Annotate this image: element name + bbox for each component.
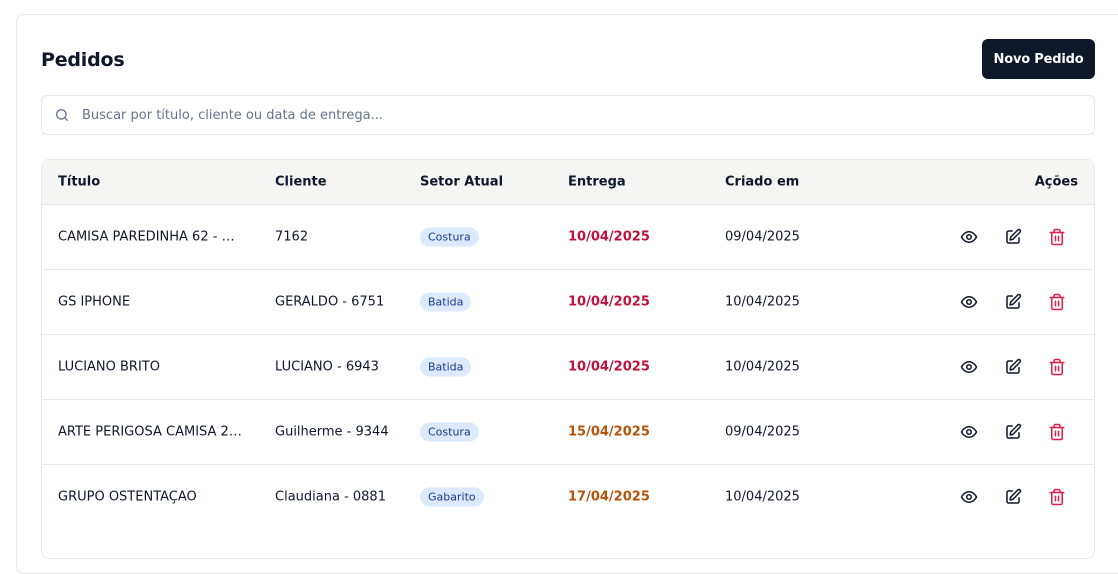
eye-icon[interactable]	[960, 228, 978, 246]
edit-icon[interactable]	[1004, 293, 1022, 311]
order-created-date: 10/04/2025	[725, 294, 800, 310]
sector-badge: Gabarito	[420, 487, 484, 507]
order-created-date: 09/04/2025	[725, 424, 800, 440]
sector-cell: Batida	[420, 292, 472, 312]
eye-icon[interactable]	[960, 358, 978, 376]
trash-icon[interactable]	[1048, 423, 1066, 441]
order-created-date: 10/04/2025	[725, 359, 800, 375]
sector-cell: Gabarito	[420, 487, 484, 507]
order-delivery-date: 17/04/2025	[568, 489, 650, 505]
row-actions	[960, 228, 1066, 246]
column-header-sector: Setor Atual	[420, 174, 504, 190]
trash-icon[interactable]	[1048, 488, 1066, 506]
order-title: ARTE PERIGOSA CAMISA 20...	[58, 424, 243, 440]
table-row[interactable]: ARTE PERIGOSA CAMISA 20... Guilherme - 9…	[42, 399, 1094, 464]
edit-icon[interactable]	[1004, 488, 1022, 506]
column-header-actions: Ações	[1034, 174, 1078, 190]
eye-icon[interactable]	[960, 423, 978, 441]
table-row[interactable]: GRUPO OSTENTAÇÃO Claudiana - 0881 Gabari…	[42, 464, 1094, 529]
sector-cell: Batida	[420, 357, 472, 377]
table-row[interactable]: LUCIANO BRITO LUCIANO - 6943 Batida 10/0…	[42, 334, 1094, 399]
row-actions	[960, 488, 1066, 506]
order-created-date: 09/04/2025	[725, 229, 800, 245]
orders-table: Título Cliente Setor Atual Entrega Criad…	[41, 159, 1095, 559]
column-header-title: Título	[58, 174, 101, 190]
order-delivery-date: 15/04/2025	[568, 424, 650, 440]
row-actions	[960, 423, 1066, 441]
eye-icon[interactable]	[960, 293, 978, 311]
order-delivery-date: 10/04/2025	[568, 294, 650, 310]
order-delivery-date: 10/04/2025	[568, 359, 650, 375]
order-created-date: 10/04/2025	[725, 489, 800, 505]
sector-badge: Batida	[420, 357, 472, 377]
order-title: GRUPO OSTENTAÇÃO	[58, 489, 197, 505]
edit-icon[interactable]	[1004, 358, 1022, 376]
table-row[interactable]: GS IPHONE GERALDO - 6751 Batida 10/04/20…	[42, 269, 1094, 334]
sector-badge: Batida	[420, 292, 472, 312]
order-client: Guilherme - 9344	[275, 424, 389, 440]
table-header: Título Cliente Setor Atual Entrega Criad…	[42, 160, 1094, 204]
search-icon	[54, 107, 70, 123]
sector-badge: Costura	[420, 227, 479, 247]
column-header-delivery: Entrega	[568, 174, 626, 190]
order-client: LUCIANO - 6943	[275, 359, 379, 375]
order-title: GS IPHONE	[58, 294, 131, 310]
edit-icon[interactable]	[1004, 423, 1022, 441]
trash-icon[interactable]	[1048, 358, 1066, 376]
row-actions	[960, 358, 1066, 376]
trash-icon[interactable]	[1048, 228, 1066, 246]
row-actions	[960, 293, 1066, 311]
edit-icon[interactable]	[1004, 228, 1022, 246]
trash-icon[interactable]	[1048, 293, 1066, 311]
order-client: 7162	[275, 229, 309, 245]
table-row[interactable]: CAMISA PAREDINHA 62 - D... 7162 Costura …	[42, 204, 1094, 269]
order-title: LUCIANO BRITO	[58, 359, 160, 375]
column-header-client: Cliente	[275, 174, 327, 190]
order-delivery-date: 10/04/2025	[568, 229, 650, 245]
new-order-button[interactable]: Novo Pedido	[982, 39, 1095, 79]
order-client: GERALDO - 6751	[275, 294, 385, 310]
sector-badge: Costura	[420, 422, 479, 442]
sector-cell: Costura	[420, 227, 479, 247]
order-title: CAMISA PAREDINHA 62 - D...	[58, 229, 243, 245]
page-title: Pedidos	[41, 49, 125, 71]
order-client: Claudiana - 0881	[275, 489, 386, 505]
sector-cell: Costura	[420, 422, 479, 442]
eye-icon[interactable]	[960, 488, 978, 506]
column-header-created: Criado em	[725, 174, 800, 190]
search-input[interactable]	[82, 96, 1094, 134]
search-bar[interactable]	[41, 95, 1095, 135]
